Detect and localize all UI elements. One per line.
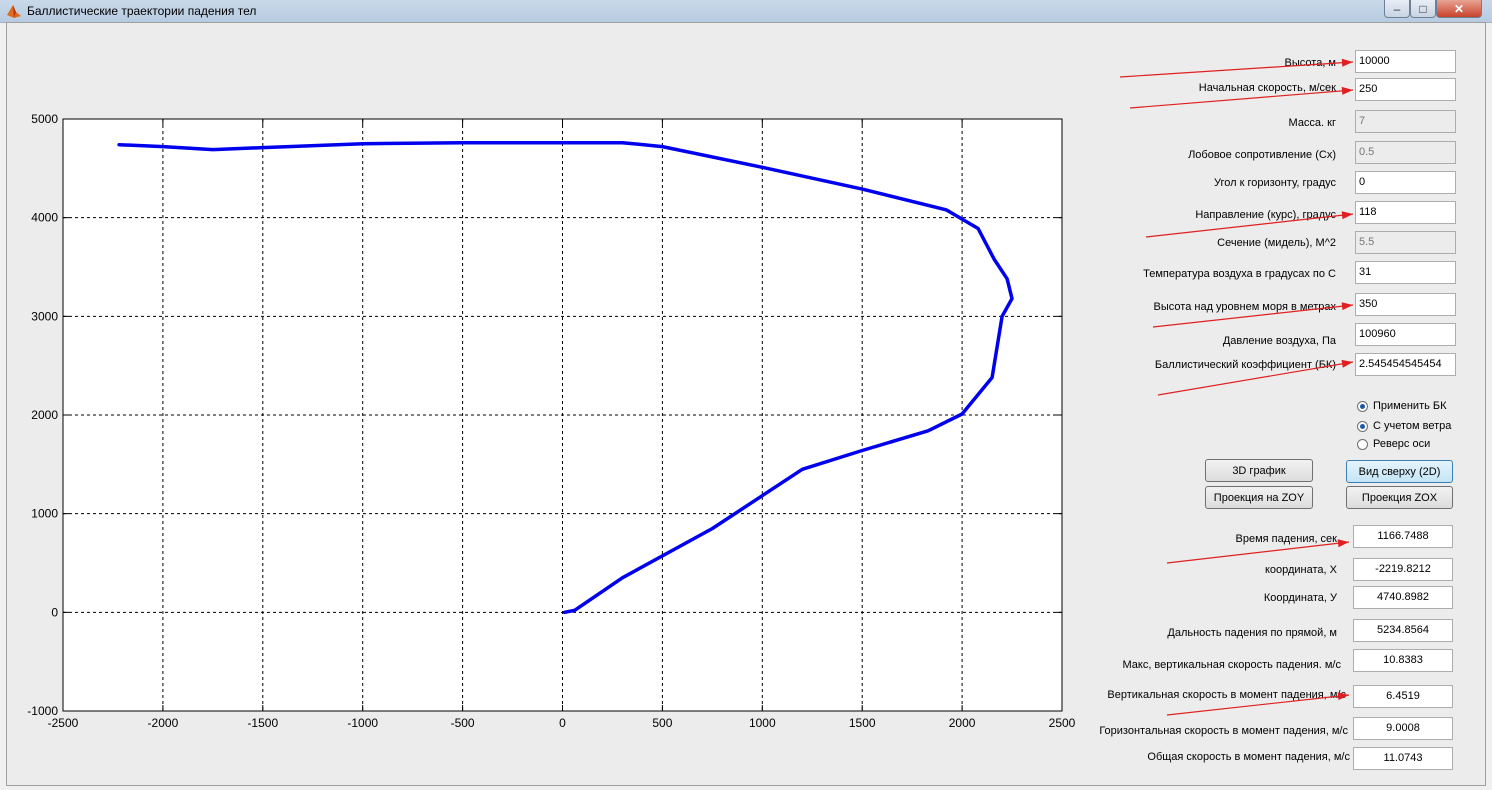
x-tick-label: 2500 xyxy=(1049,716,1076,730)
result-value: 5234.8564 xyxy=(1353,619,1453,642)
input-label: Сечение (мидель), М^2 xyxy=(1217,237,1336,249)
radio-unchecked-icon[interactable] xyxy=(1357,438,1368,450)
result-value: 6.4519 xyxy=(1353,685,1453,708)
input-label: Направление (курс), градус xyxy=(1195,209,1336,221)
x-tick-label: 1500 xyxy=(849,716,876,730)
title-bar[interactable]: Баллистические траектории падения тел – … xyxy=(0,0,1492,23)
result-value: 4740.8982 xyxy=(1353,586,1453,609)
maximize-icon: □ xyxy=(1419,1,1427,16)
input-field[interactable]: 250 xyxy=(1355,78,1456,101)
y-tick-label: 0 xyxy=(51,605,58,619)
y-tick-label: 5000 xyxy=(31,112,58,126)
matlab-icon xyxy=(7,5,21,18)
y-tick-label: 1000 xyxy=(31,507,58,521)
option-radio[interactable]: Применить БК xyxy=(1357,400,1447,412)
application-window: Баллистические траектории падения тел – … xyxy=(0,0,1492,790)
radio-checked-icon[interactable] xyxy=(1357,420,1368,432)
x-tick-label: -1500 xyxy=(247,716,278,730)
result-label: Время падения, сек xyxy=(1235,533,1337,545)
result-label: Общая скорость в момент падения, м/с xyxy=(1147,751,1350,763)
result-value: 1166.7488 xyxy=(1353,525,1453,548)
x-tick-label: 2000 xyxy=(949,716,976,730)
input-field[interactable]: 10000 xyxy=(1355,50,1456,73)
result-value: -2219.8212 xyxy=(1353,558,1453,581)
y-tick-label: 2000 xyxy=(31,408,58,422)
projection-zoy-button[interactable]: Проекция на ZOY xyxy=(1205,486,1313,509)
input-label: Угол к горизонту, градус xyxy=(1214,177,1336,189)
result-label: Координата, У xyxy=(1263,592,1337,604)
input-field: 7 xyxy=(1355,110,1456,133)
client-area: -2500 -2000 -1500 -1000 -500 0 500 1000 1500 2000… xyxy=(6,22,1486,786)
input-label: Температура воздуха в градусах по С xyxy=(1143,268,1336,280)
input-label: Начальная скорость, м/сек xyxy=(1198,82,1336,94)
option-label: Реверс оси xyxy=(1373,438,1431,450)
close-icon: ✕ xyxy=(1453,1,1465,16)
maximize-button[interactable]: □ xyxy=(1410,0,1436,18)
input-field[interactable]: 0 xyxy=(1355,171,1456,194)
minimize-button[interactable]: – xyxy=(1384,0,1410,18)
result-value: 11.0743 xyxy=(1353,747,1453,770)
y-tick-label: -1000 xyxy=(27,704,58,718)
result-value: 10.8383 xyxy=(1353,649,1453,672)
input-label: Высота над уровнем моря в метрах xyxy=(1153,301,1336,313)
x-tick-label: -2000 xyxy=(148,716,179,730)
option-label: С учетом ветра xyxy=(1373,420,1452,432)
window-title: Баллистические траектории падения тел xyxy=(27,4,257,18)
input-label: Лобовое сопротивление (Сх) xyxy=(1188,149,1336,161)
result-label: Горизонтальная скорость в момент падения… xyxy=(1099,725,1348,737)
input-field[interactable]: 2.545454545454 xyxy=(1355,353,1456,376)
option-radio[interactable]: Реверс оси xyxy=(1357,438,1430,450)
x-tick-label: -2500 xyxy=(48,716,79,730)
input-field[interactable]: 118 xyxy=(1355,201,1456,224)
close-button[interactable]: ✕ xyxy=(1436,0,1482,18)
option-label: Применить БК xyxy=(1373,400,1447,412)
input-label: Баллистический коэффициент (БК) xyxy=(1154,359,1336,371)
result-label: Вертикальная скорость в момент падения, … xyxy=(1107,689,1346,701)
input-field[interactable]: 350 xyxy=(1355,293,1456,316)
plot-3d-button[interactable]: 3D график xyxy=(1205,459,1313,482)
result-label: Дальность падения по прямой, м xyxy=(1167,627,1337,639)
x-tick-label: 1000 xyxy=(749,716,776,730)
input-label: Масса. кг xyxy=(1288,117,1336,129)
x-tick-label: 500 xyxy=(652,716,672,730)
projection-zox-button[interactable]: Проекция ZOX xyxy=(1346,486,1453,509)
input-field: 5.5 xyxy=(1355,231,1456,254)
result-label: Макс, вертикальная скорость падения. м/с xyxy=(1122,659,1341,671)
x-tick-label: -1000 xyxy=(347,716,378,730)
y-tick-label: 4000 xyxy=(31,211,58,225)
x-tick-label: 0 xyxy=(559,716,566,730)
input-field[interactable]: 100960 xyxy=(1355,323,1456,346)
radio-checked-icon[interactable] xyxy=(1357,400,1368,412)
input-label: Высота, м xyxy=(1284,57,1336,69)
y-tick-label: 3000 xyxy=(31,309,58,323)
result-label: координата, X xyxy=(1264,564,1337,576)
top-view-2d-button[interactable]: Вид сверху (2D) xyxy=(1346,460,1453,483)
result-value: 9.0008 xyxy=(1353,717,1453,740)
x-tick-label: -500 xyxy=(451,716,475,730)
minimize-icon: – xyxy=(1393,1,1401,16)
input-field[interactable]: 31 xyxy=(1355,261,1456,284)
input-field: 0.5 xyxy=(1355,141,1456,164)
option-radio[interactable]: С учетом ветра xyxy=(1357,420,1451,432)
input-label: Давление воздуха, Па xyxy=(1222,335,1336,347)
